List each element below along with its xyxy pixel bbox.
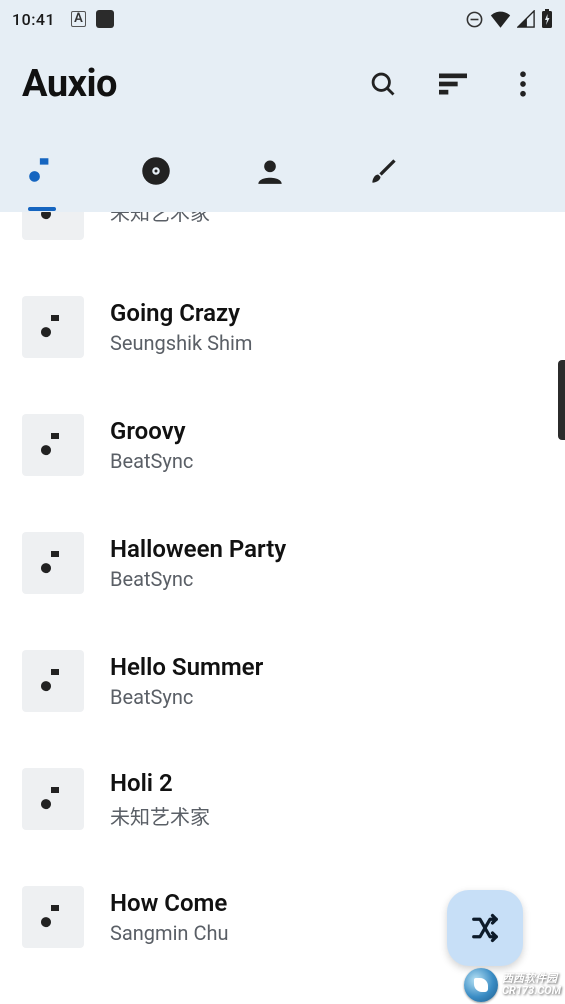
tab-albums[interactable] (134, 149, 178, 193)
track-title: Hello Summer (110, 653, 263, 681)
track-info: Holi 2 未知艺术家 (110, 769, 210, 830)
brush-icon (370, 157, 398, 185)
battery-charging-icon (541, 9, 553, 29)
music-note-icon (29, 155, 55, 187)
track-info: Groovy BeatSync (110, 417, 193, 473)
status-time: 10:41 (12, 10, 55, 29)
tab-bar (0, 130, 565, 212)
track-title: Holi 2 (110, 769, 210, 797)
track-row[interactable]: Going Crazy Seungshik Shim (0, 268, 565, 386)
tab-indicator (28, 207, 56, 211)
person-icon (256, 157, 284, 185)
keyboard-indicator: A (71, 11, 86, 27)
search-button[interactable] (369, 70, 397, 98)
music-note-icon (38, 212, 68, 224)
tab-artists[interactable] (248, 149, 292, 193)
do-not-disturb-icon (465, 10, 484, 29)
app-bar: Auxio (0, 38, 565, 130)
track-artist: Seungshik Shim (110, 331, 252, 355)
app-title: Auxio (22, 62, 117, 106)
music-note-icon (38, 666, 68, 696)
track-title: Groovy (110, 417, 193, 445)
track-artist: BeatSync (110, 449, 193, 473)
track-thumbnail (22, 414, 84, 476)
track-artist: Sangmin Chu (110, 921, 229, 945)
more-vert-icon (519, 71, 527, 97)
track-title: How Come (110, 889, 229, 917)
track-artist: 未知艺术家 (110, 212, 210, 226)
tab-genres[interactable] (362, 149, 406, 193)
music-note-icon (38, 430, 68, 460)
track-list[interactable]: 未知艺术家 Going Crazy Seungshik Shim Groovy Beat… (0, 212, 565, 1004)
music-note-icon (38, 548, 68, 578)
track-info: How Come Sangmin Chu (110, 889, 229, 945)
status-bar: 10:41 A (0, 0, 565, 38)
sort-icon (439, 73, 467, 95)
search-icon (369, 70, 397, 98)
status-placeholder-icon (96, 10, 114, 28)
shuffle-fab[interactable] (447, 890, 523, 966)
track-row[interactable]: Halloween Party BeatSync (0, 504, 565, 622)
scrollbar-thumb[interactable] (558, 360, 565, 440)
track-thumbnail (22, 768, 84, 830)
sort-button[interactable] (439, 70, 467, 98)
track-row[interactable]: Holi 2 未知艺术家 (0, 740, 565, 858)
track-info: Hello Summer BeatSync (110, 653, 263, 709)
track-info: Halloween Party BeatSync (110, 535, 286, 591)
track-title: Going Crazy (110, 299, 252, 327)
tab-songs[interactable] (20, 149, 64, 193)
track-info: Going Crazy Seungshik Shim (110, 299, 252, 355)
track-thumbnail (22, 296, 84, 358)
shuffle-icon (470, 913, 500, 943)
track-thumbnail (22, 886, 84, 948)
track-thumbnail (22, 532, 84, 594)
music-note-icon (38, 902, 68, 932)
track-row[interactable]: 未知艺术家 (0, 212, 565, 268)
wifi-icon (490, 10, 511, 28)
track-thumbnail (22, 212, 84, 240)
track-title: Halloween Party (110, 535, 286, 563)
track-row[interactable]: Groovy BeatSync (0, 386, 565, 504)
track-artist: BeatSync (110, 567, 286, 591)
track-artist: 未知艺术家 (110, 801, 210, 830)
track-row[interactable]: Hello Summer BeatSync (0, 622, 565, 740)
album-icon (141, 156, 171, 186)
track-info: 未知艺术家 (110, 212, 210, 226)
music-note-icon (38, 312, 68, 342)
more-button[interactable] (509, 70, 537, 98)
music-note-icon (38, 784, 68, 814)
track-artist: BeatSync (110, 685, 263, 709)
cell-signal-icon (517, 10, 535, 28)
track-thumbnail (22, 650, 84, 712)
